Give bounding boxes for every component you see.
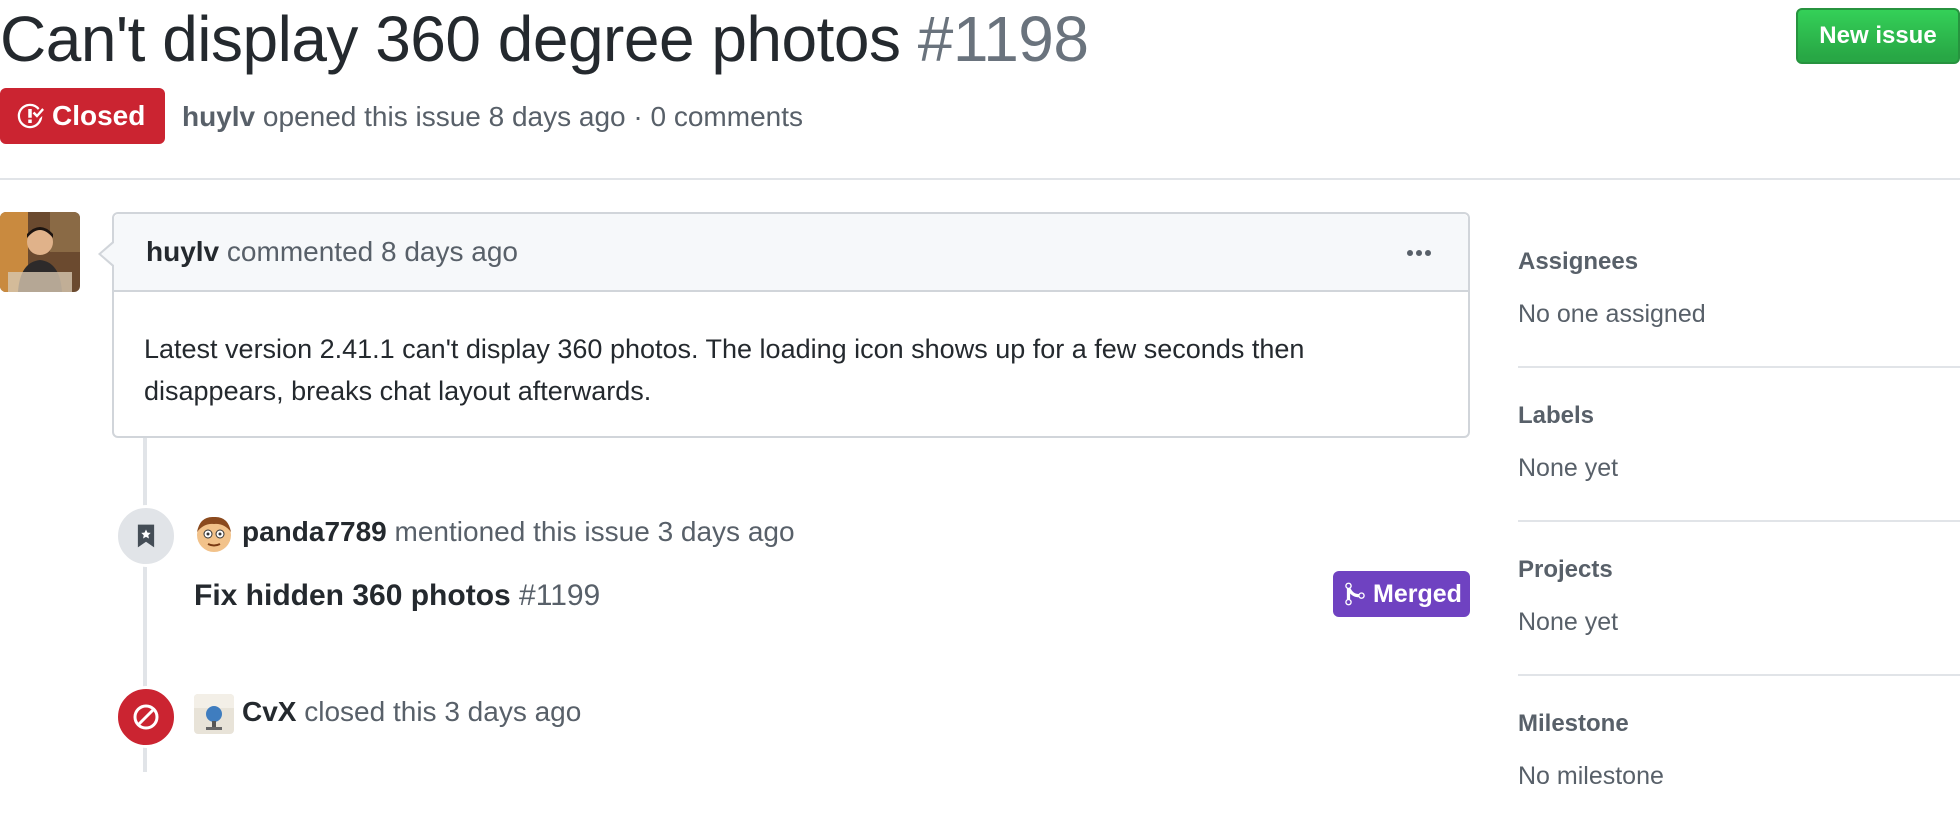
sidebar-milestone[interactable]: Milestone No milestone xyxy=(1518,674,1960,828)
merged-status-badge: Merged xyxy=(1333,571,1470,617)
cross-reference-number: #1199 xyxy=(519,579,601,612)
mention-event-text: panda7789 mentioned this issue 3 days ag… xyxy=(242,514,795,550)
sidebar-value-labels: None yet xyxy=(1518,454,1619,482)
new-issue-label: New issue xyxy=(1819,22,1937,49)
mini-avatar-panda7789[interactable] xyxy=(194,514,234,554)
sidebar-value-milestone: No milestone xyxy=(1518,762,1664,790)
sidebar-value-assignees: No one assigned xyxy=(1518,300,1706,328)
closed-event-text: CvX closed this 3 days ago xyxy=(242,694,581,730)
issue-title: Can't display 360 degree photos #1198 xyxy=(0,2,1089,76)
comment-action: commented 8 days ago xyxy=(226,236,518,267)
comment-pointer xyxy=(98,240,115,268)
closed-event-icon xyxy=(115,686,177,748)
issue-opened-text: opened this issue 8 days ago · 0 comment… xyxy=(262,101,804,132)
sidebar-labels[interactable]: Labels None yet xyxy=(1518,366,1960,522)
issue-header: Can't display 360 degree photos #1198 Ne… xyxy=(0,0,1960,180)
comment-body: Latest version 2.41.1 can't display 360 … xyxy=(144,334,1305,406)
issue-closed-icon xyxy=(17,103,44,129)
mention-author-link[interactable]: panda7789 xyxy=(242,516,387,547)
sidebar-assignees[interactable]: Assignees No one assigned xyxy=(1518,212,1960,368)
comment-author-link[interactable]: huylv xyxy=(146,236,219,267)
mini-avatar-cvx[interactable] xyxy=(194,694,234,734)
comment-header: huylv commented 8 days ago xyxy=(98,214,1468,292)
issue-meta: huylv opened this issue 8 days ago · 0 c… xyxy=(182,98,803,136)
avatar-photo xyxy=(0,212,80,292)
cross-reference-link[interactable]: Fix hidden 360 photos #1199 xyxy=(194,576,600,616)
git-merge-icon xyxy=(1345,582,1365,606)
sidebar-heading-labels[interactable]: Labels xyxy=(1518,402,1594,430)
sidebar-value-projects: None yet xyxy=(1518,608,1619,636)
sidebar-heading-assignees[interactable]: Assignees xyxy=(1518,248,1638,276)
bookmark-event-icon xyxy=(115,505,177,567)
mention-action: mentioned this issue 3 days ago xyxy=(394,516,795,547)
issue-author-link[interactable]: huylv xyxy=(182,101,255,132)
comment-header-text: huylv commented 8 days ago xyxy=(146,234,518,270)
issue-title-text: Can't display 360 degree photos xyxy=(0,3,901,75)
comment-box: huylv commented 8 days ago Latest versio… xyxy=(98,212,1470,438)
new-issue-button[interactable]: New issue xyxy=(1796,8,1960,64)
issue-number: #1198 xyxy=(917,3,1089,75)
sidebar-heading-projects[interactable]: Projects xyxy=(1518,556,1613,584)
avatar[interactable] xyxy=(0,212,80,292)
more-options-icon[interactable] xyxy=(1404,238,1434,268)
issue-state-label: Closed xyxy=(52,100,146,131)
issue-state-badge: Closed xyxy=(0,88,165,144)
merged-status-label: Merged xyxy=(1373,579,1462,608)
sidebar-heading-milestone[interactable]: Milestone xyxy=(1518,710,1629,738)
closed-action: closed this 3 days ago xyxy=(304,696,582,727)
sidebar-projects[interactable]: Projects None yet xyxy=(1518,520,1960,676)
closed-author-link[interactable]: CvX xyxy=(242,696,296,727)
cross-reference-title: Fix hidden 360 photos xyxy=(194,579,511,612)
